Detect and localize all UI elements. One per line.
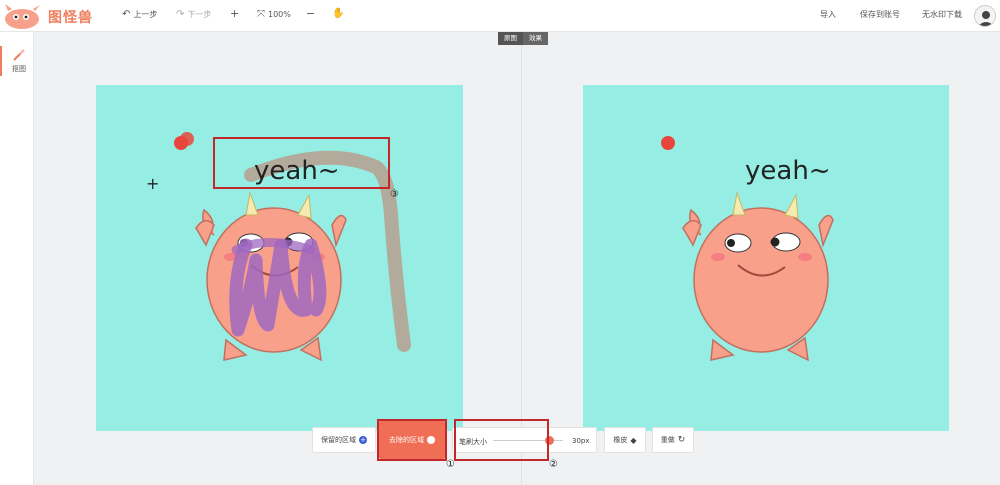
annotation-box-remove [377,419,447,461]
eraser-button[interactable]: 橡皮 ◆ [604,427,646,453]
zoom-in-label: + [230,7,240,20]
top-toolbar: 图怪兽 ↶ 上一步 ↷ 下一步 + ⤧ 100% − ✋ 导入 保存到账号 无水… [0,0,1000,32]
eraser-label: 橡皮 [613,436,628,444]
fit-screen-icon: ⤧ [257,9,265,20]
eraser-icon: ◆ [630,435,637,445]
sidebar-item-cutout[interactable]: 抠图 [0,46,34,76]
brush-size-value: 30px [572,437,590,445]
logo-monster-icon [5,4,40,29]
import-label: 导入 [820,10,836,19]
tab-original[interactable]: 原图 [498,32,523,45]
hand-tool-button[interactable]: ✋ [332,8,344,19]
logo-text: 图怪兽 [48,10,93,26]
refresh-icon: ↻ [677,435,686,445]
save-label: 保存到账号 [860,10,900,19]
download-label: 无水印下载 [922,10,962,19]
zoom-in-button[interactable]: + [230,7,239,20]
undo-button[interactable]: ↶ 上一步 [122,9,157,20]
keep-area-label: 保留的区域 [321,436,356,444]
import-button[interactable]: 导入 [820,9,836,20]
effect-canvas-text: yeah~ [745,156,831,186]
zoom-value: 100% [268,10,291,19]
app-logo[interactable]: 图怪兽 [2,2,94,30]
redo-button[interactable]: 重做 ↻ [652,427,694,453]
undo-icon: ↶ [122,9,131,20]
save-to-account-button[interactable]: 保存到账号 [860,9,900,20]
avatar[interactable] [974,5,996,27]
annotation-box-brush-size [454,419,549,461]
annotation-marker-3: ③ [390,189,399,200]
redo-step-button[interactable]: ↷ 下一步 [176,9,211,20]
annotation-marker-2: ② [549,459,558,470]
hand-icon: ✋ [332,8,345,19]
redo-step-label: 下一步 [187,10,212,19]
redo-label: 重做 [660,436,675,444]
undo-label: 上一步 [133,10,158,19]
avatar-image [975,6,995,26]
crosshair-cursor-icon: + [146,174,160,193]
left-sidebar: 抠图 [0,32,34,485]
redo-icon: ↷ [176,9,185,20]
brush-icon [13,49,25,61]
annotation-box-text [213,137,390,189]
effect-image: yeah~ [661,136,834,362]
download-button[interactable]: 无水印下载 [922,9,962,20]
view-tabs: 原图 效果 [498,32,548,45]
zoom-out-label: − [306,7,316,20]
zoom-fit-button[interactable]: ⤧ 100% [257,9,291,20]
plus-circle-icon: + [359,436,367,444]
zoom-out-button[interactable]: − [306,7,315,20]
tab-effect[interactable]: 效果 [523,32,548,45]
sidebar-item-label: 抠图 [12,65,26,73]
effect-canvas: yeah~ [583,85,949,431]
keep-area-button[interactable]: 保留的区域 + [312,427,376,453]
